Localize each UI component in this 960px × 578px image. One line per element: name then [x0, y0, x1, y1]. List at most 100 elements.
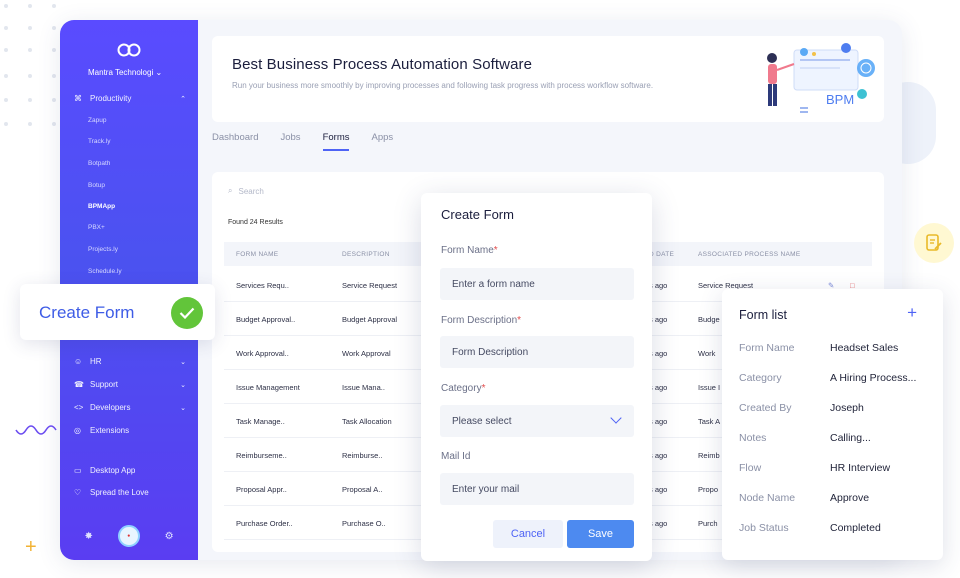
sidebar-item-label: Support: [90, 380, 119, 389]
sidebar-app-bpmapp[interactable]: BPMApp: [88, 203, 115, 210]
sidebar-item-label: HR: [90, 357, 102, 366]
code-icon: <>: [74, 403, 84, 412]
decorative-dot: [52, 98, 56, 102]
sidebar-item-spread-the-love[interactable]: ♡ Spread the Love: [74, 488, 186, 497]
chevron-up-icon: ⌃: [180, 95, 186, 103]
table-cell-name: Issue Management: [236, 383, 300, 392]
decorative-dot: [4, 26, 8, 30]
sidebar-item-label: Developers: [90, 403, 131, 412]
form-list-card: Form list + Form Name Headset Sales Catego…: [722, 289, 943, 560]
form-list-key: Job Status: [739, 522, 789, 534]
tab-dashboard[interactable]: Dashboard: [212, 132, 258, 151]
table-cell-process: Work: [698, 349, 716, 358]
sidebar-item-extensions[interactable]: ◎ Extensions: [74, 426, 186, 435]
org-switcher[interactable]: Mantra Technologi ⌄: [88, 68, 162, 77]
mail-input[interactable]: [440, 473, 634, 505]
form-description-input[interactable]: [440, 336, 634, 368]
cancel-button[interactable]: Cancel: [493, 520, 563, 548]
table-cell-process: Budge: [698, 315, 720, 324]
sidebar-app-botpath[interactable]: Botpath: [88, 160, 110, 167]
category-select[interactable]: Please select: [440, 405, 634, 437]
table-cell-process: Task A: [698, 417, 721, 426]
squiggle-decoration: [15, 425, 57, 435]
tab-jobs[interactable]: Jobs: [280, 132, 300, 151]
table-cell-process: Issue I: [698, 383, 721, 392]
command-icon: ⌘: [74, 94, 82, 103]
table-cell-name: Work Approval..: [236, 349, 289, 358]
bpm-illustration-icon: [767, 43, 875, 113]
form-list-title: Form list: [739, 308, 787, 322]
monitor-icon: ▭: [74, 466, 82, 475]
form-list-key: Notes: [739, 432, 767, 444]
tab-forms[interactable]: Forms: [322, 132, 349, 151]
globe-icon: ◎: [74, 426, 81, 435]
form-list-value: A Hiring Process...: [830, 372, 917, 384]
sidebar-app-pbx[interactable]: PBX+: [88, 224, 105, 231]
form-list-value: Completed: [830, 522, 881, 534]
form-list-key: Form Name: [739, 342, 795, 354]
sidebar-item-label: Extensions: [90, 426, 130, 435]
sidebar-item-hr[interactable]: ☺ HR ⌄: [74, 357, 186, 366]
mail-label: Mail Id: [441, 451, 471, 462]
sidebar-app-zapup[interactable]: Zapup: [88, 117, 106, 124]
tab-bar: Dashboard Jobs Forms Apps: [212, 132, 393, 151]
decorative-dot: [28, 26, 32, 30]
column-header: DESCRIPTION: [342, 251, 390, 258]
table-cell-desc: Task Allocation: [342, 417, 392, 426]
sidebar-app-projectsly[interactable]: Projects.ly: [88, 246, 118, 253]
chevron-down-icon: ⌄: [180, 404, 186, 412]
chevron-down-icon: ⌄: [155, 68, 163, 77]
search-input[interactable]: ⌕ Search: [228, 186, 264, 196]
sidebar-app-schedulely[interactable]: Schedule.ly: [88, 268, 122, 275]
org-name: Mantra Technologi: [88, 68, 154, 77]
table-cell-process: Purch: [698, 519, 718, 528]
check-icon: [171, 297, 203, 329]
create-form-callout[interactable]: Create Form: [20, 284, 215, 340]
app-logo-icon: [117, 43, 141, 57]
table-cell-name: Budget Approval..: [236, 315, 296, 324]
add-form-button[interactable]: +: [907, 304, 917, 321]
decorative-dot: [4, 98, 8, 102]
decorative-dot: [52, 74, 56, 78]
sidebar-item-desktop-app[interactable]: ▭ Desktop App: [74, 466, 186, 475]
decorative-dot: [28, 122, 32, 126]
decorative-dot: [4, 48, 8, 52]
avatar[interactable]: ●: [117, 525, 140, 547]
column-header: FORM NAME: [236, 251, 279, 258]
category-label: Category*: [441, 383, 486, 394]
document-edit-icon: [914, 223, 954, 263]
table-cell-desc: Service Request: [342, 281, 398, 290]
sidebar-item-developers[interactable]: <> Developers ⌄: [74, 403, 186, 412]
bpm-illustration-label: BPM: [826, 92, 855, 107]
form-list-value: Joseph: [830, 402, 864, 414]
form-name-input[interactable]: [440, 268, 634, 300]
table-cell-name: Proposal Appr..: [236, 485, 287, 494]
table-cell-desc: Proposal A..: [342, 485, 383, 494]
table-cell-name: Reimburseme..: [236, 451, 287, 460]
column-header: D DATE: [649, 251, 675, 258]
sidebar-app-botup[interactable]: Botup: [88, 182, 105, 189]
sidebar-item-support[interactable]: ☎ Support ⌄: [74, 380, 186, 389]
tab-apps[interactable]: Apps: [371, 132, 393, 151]
decorative-dot: [28, 4, 32, 8]
form-list-value: Calling...: [830, 432, 871, 444]
stage: Mantra Technologi ⌄ ⌘ Productivity ⌃ Zap…: [0, 0, 960, 578]
decorative-dot: [52, 26, 56, 30]
sidebar-item-label: Spread the Love: [90, 488, 149, 497]
save-button[interactable]: Save: [567, 520, 634, 548]
decorative-dot: [28, 74, 32, 78]
decorative-dot: [4, 4, 8, 8]
sidebar-item-productivity[interactable]: ⌘ Productivity ⌃: [74, 94, 186, 103]
category-value: Please select: [452, 415, 512, 427]
table-cell-desc: Work Approval: [342, 349, 391, 358]
sidebar-app-trackly[interactable]: Track.ly: [88, 138, 111, 145]
table-cell-name: Task Manage..: [236, 417, 285, 426]
search-placeholder: Search: [238, 186, 264, 196]
headset-icon: ☎: [74, 380, 84, 389]
create-form-modal: Create Form Form Name* Form Description*…: [421, 193, 652, 561]
rocket-icon[interactable]: ✸: [84, 531, 92, 542]
table-cell-desc: Purchase O..: [342, 519, 386, 528]
table-cell-process: Propo: [698, 485, 719, 494]
gear-icon[interactable]: ⚙: [165, 531, 174, 542]
results-count: Found 24 Results: [228, 219, 283, 226]
